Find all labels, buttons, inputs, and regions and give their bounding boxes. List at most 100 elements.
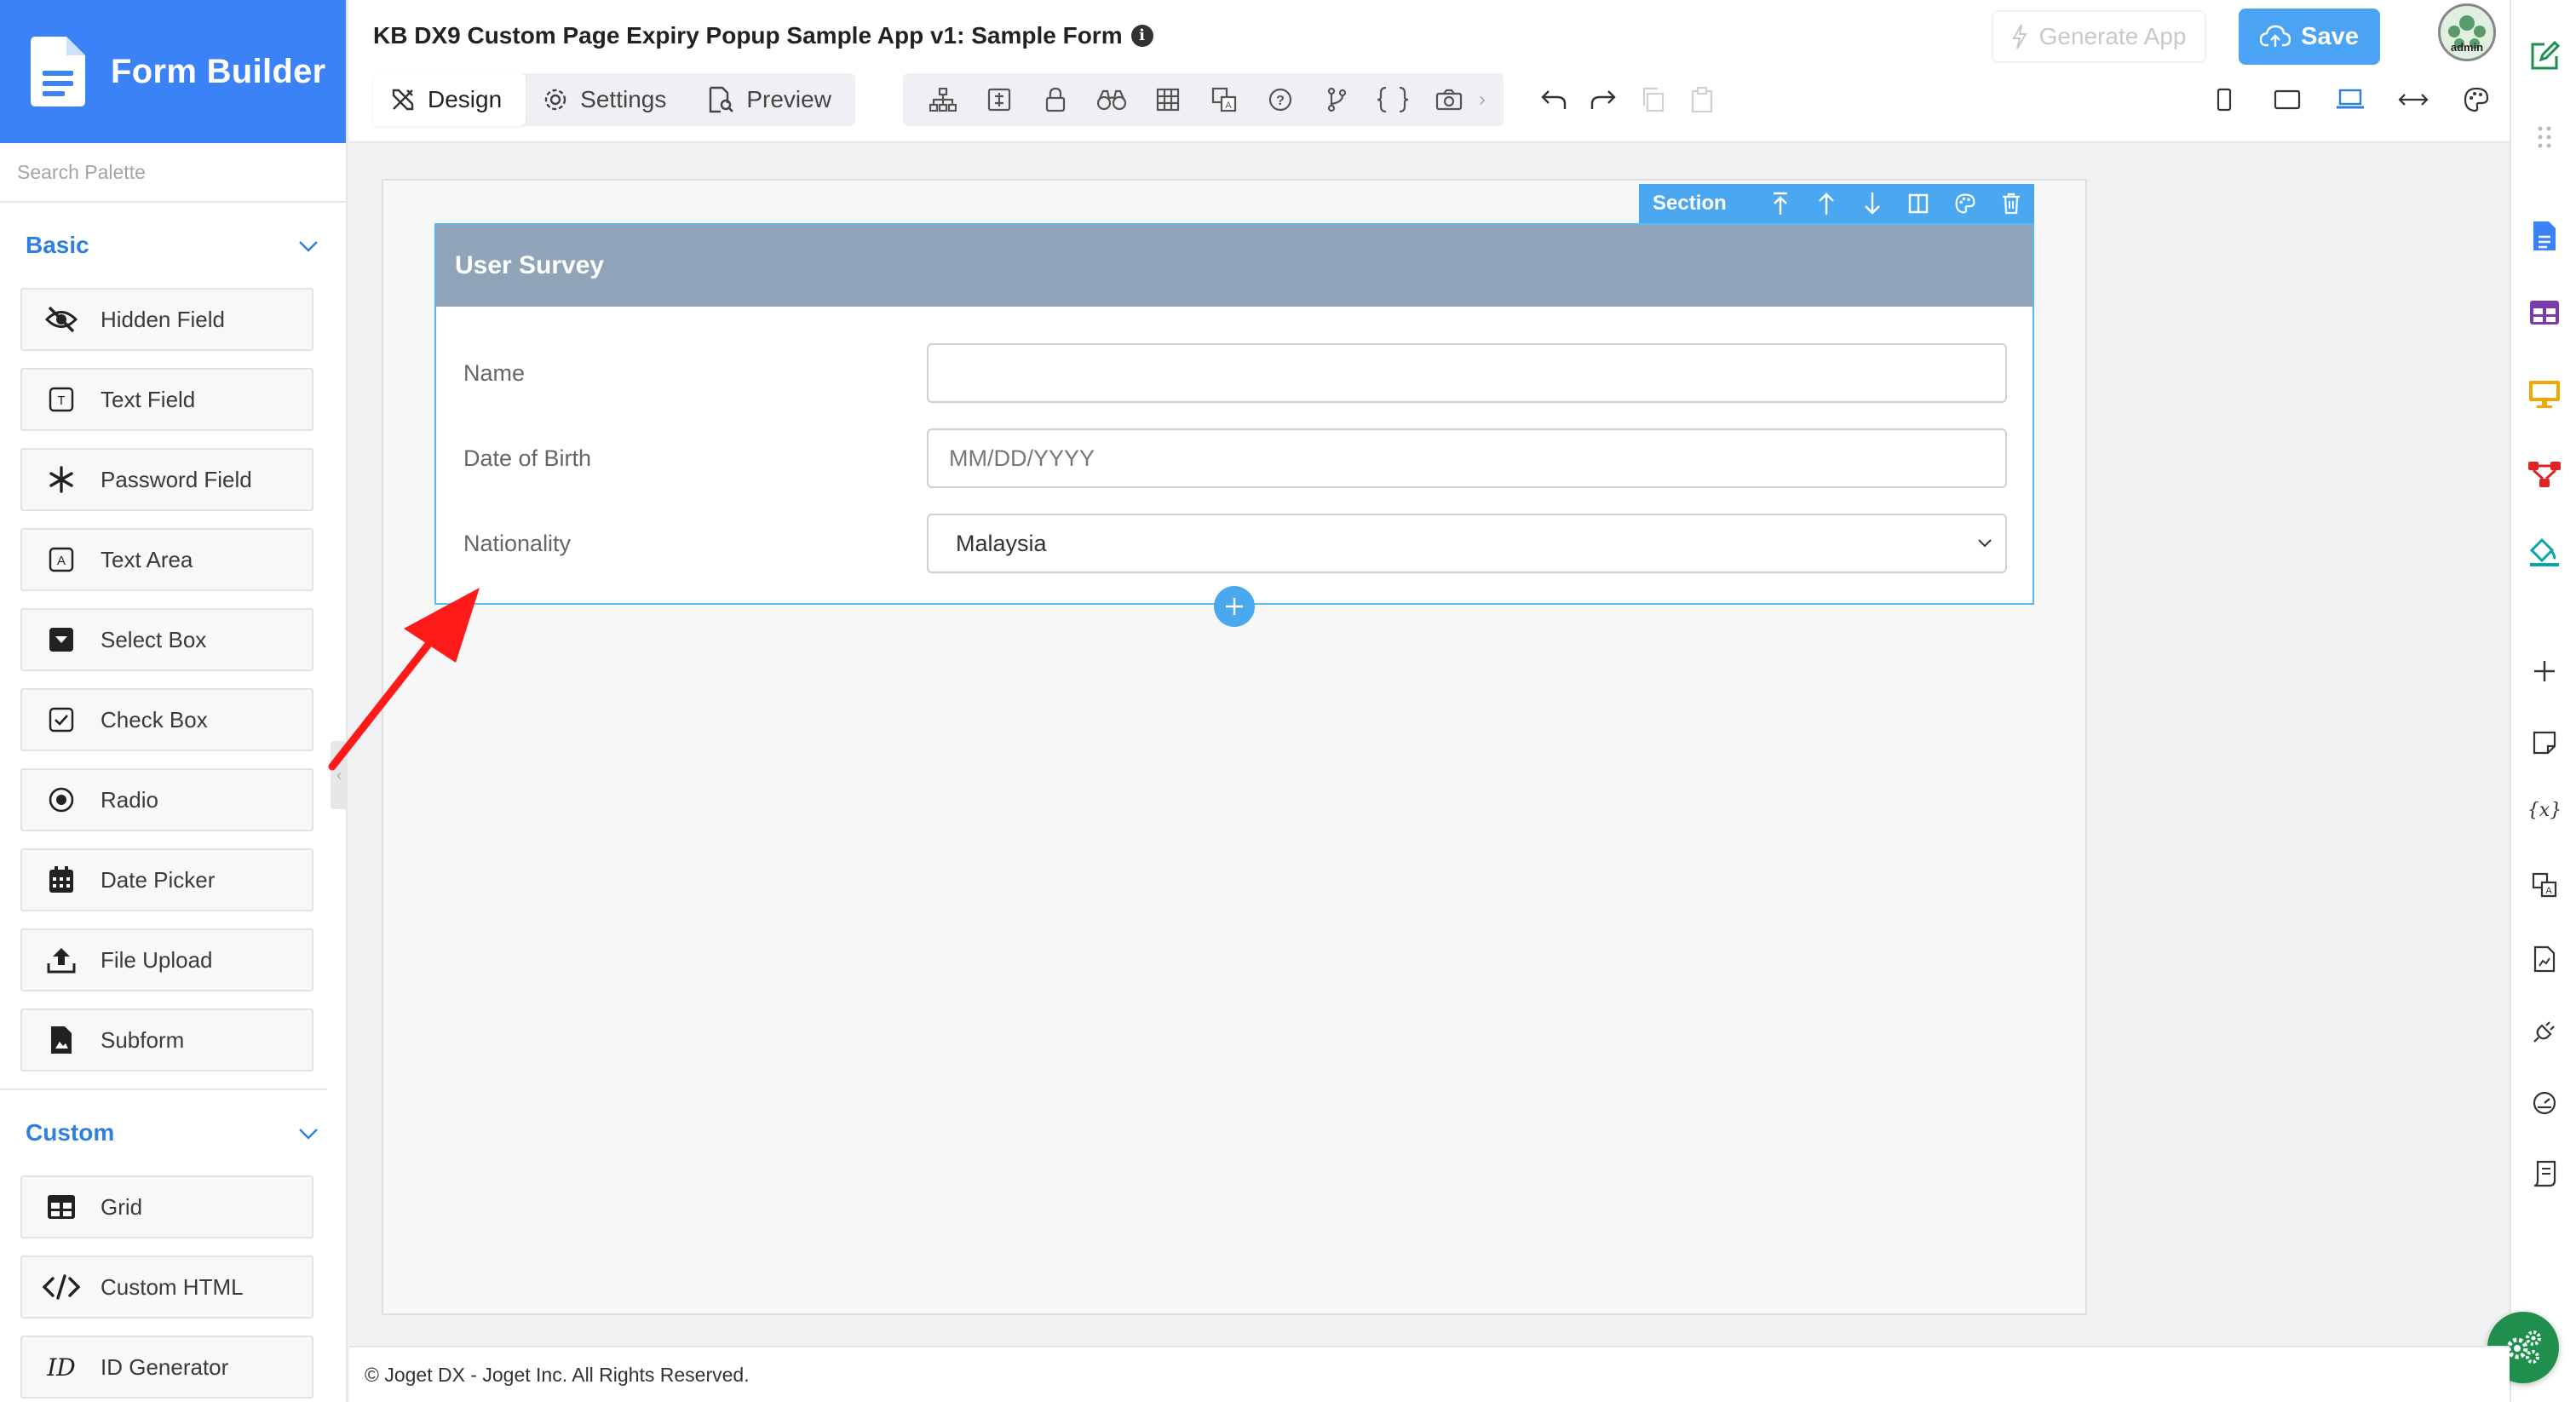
theme-palette-button[interactable] [2445, 73, 2508, 126]
paste-button[interactable] [1677, 87, 1727, 112]
palette-item-check-box[interactable]: Check Box [20, 688, 313, 751]
svg-text:A: A [1225, 101, 1232, 111]
chevron-down-icon [299, 241, 318, 252]
translate-button[interactable]: A [1196, 73, 1252, 126]
form-section[interactable]: User Survey Name Date of Birth Nationali… [434, 223, 2034, 605]
permission-button[interactable] [1027, 73, 1084, 126]
table-button[interactable] [1140, 73, 1196, 126]
rail-logs-button[interactable] [2511, 1160, 2576, 1187]
palette-item-hidden-field[interactable]: Hidden Field [20, 288, 313, 351]
svg-text:T: T [57, 394, 65, 408]
palette-item-label: Select Box [101, 626, 207, 652]
generate-app-button[interactable]: Generate App [1992, 10, 2206, 63]
chevron-down-icon [1978, 539, 1992, 548]
rail-edit-button[interactable] [2511, 39, 2576, 73]
move-up-button[interactable] [1803, 192, 1849, 215]
rail-userview-button[interactable] [2511, 380, 2576, 409]
tab-preview[interactable]: Preview [690, 73, 855, 126]
redo-button[interactable] [1578, 89, 1628, 111]
field-row-date-of-birth: Date of Birth [436, 428, 2033, 489]
name-input[interactable] [927, 343, 2007, 403]
copy-icon [1642, 87, 1665, 112]
palette-item-date-picker[interactable]: Date Picker [20, 848, 313, 911]
sitemap-icon [929, 88, 957, 112]
palette-item-id-generator[interactable]: ID ID Generator [20, 1336, 313, 1399]
section-toolbar-label: Section [1653, 192, 1727, 215]
sticky-note-icon [2533, 731, 2556, 755]
palette-item-select-box[interactable]: Select Box [20, 608, 313, 671]
rail-form-button[interactable] [2511, 220, 2576, 252]
eye-slash-icon [44, 306, 78, 333]
group-header-custom[interactable]: Custom [0, 1090, 346, 1175]
move-down-button[interactable] [1849, 192, 1895, 215]
tab-settings[interactable]: Settings [526, 73, 690, 126]
tree-view-button[interactable] [915, 73, 971, 126]
right-rail: {x} A [2510, 0, 2576, 1402]
palette-item-text-field[interactable]: T Text Field [20, 368, 313, 431]
binoculars-button[interactable] [1084, 73, 1140, 126]
screenshot-button[interactable] [1421, 73, 1477, 126]
branch-button[interactable] [1308, 73, 1365, 126]
palette-item-password-field[interactable]: Password Field [20, 448, 313, 511]
tool-strip: A ? › [903, 73, 1504, 126]
palette-item-label: Radio [101, 786, 158, 813]
rail-plugin-button[interactable] [2511, 1019, 2576, 1044]
drag-dots-icon [2538, 126, 2551, 148]
tablet-icon [2274, 89, 2301, 110]
asterisk-icon [49, 466, 73, 493]
palette-item-label: Subform [101, 1026, 185, 1053]
info-icon[interactable]: i [1130, 25, 1153, 47]
json-button[interactable] [1365, 73, 1421, 126]
brand-title: Form Builder [111, 52, 326, 90]
curly-braces-icon [1377, 86, 1409, 113]
field-row-nationality: Nationality Malaysia [436, 513, 2033, 574]
palette-search-input[interactable] [17, 160, 324, 184]
arrow-down-icon [1865, 192, 1881, 215]
avatar[interactable]: admin [2438, 3, 2496, 61]
chevron-down-icon [299, 1129, 318, 1140]
add-section-button[interactable] [1214, 586, 1255, 627]
view-tablet-button[interactable] [2256, 73, 2319, 126]
app-title: KB DX9 Custom Page Expiry Popup Sample A… [373, 22, 1153, 49]
rail-drag-handle[interactable] [2511, 124, 2576, 150]
form-list-icon [987, 88, 1011, 112]
date-of-birth-input[interactable] [927, 428, 2007, 488]
style-button[interactable] [1942, 193, 1988, 214]
view-mobile-button[interactable] [2193, 73, 2256, 126]
delete-section-button[interactable] [1988, 192, 2034, 215]
rail-note-button[interactable] [2511, 731, 2576, 755]
move-to-top-button[interactable] [1757, 192, 1803, 215]
columns-button[interactable] [1895, 193, 1941, 214]
palette-item-subform[interactable]: Subform [20, 1008, 313, 1072]
view-full-width-button[interactable] [2382, 73, 2445, 126]
palette-item-grid[interactable]: Grid [20, 1175, 313, 1238]
undo-button[interactable] [1529, 89, 1578, 111]
view-laptop-button[interactable] [2319, 73, 2382, 126]
tab-design[interactable]: Design [373, 73, 526, 126]
camera-icon [1435, 89, 1463, 111]
palette-item-custom-html[interactable]: Custom HTML [20, 1255, 313, 1319]
palette-item-text-area[interactable]: A Text Area [20, 528, 313, 591]
rail-builder-button[interactable] [2511, 537, 2576, 567]
rail-add-button[interactable] [2511, 659, 2576, 683]
section-toolbar: Section [1639, 184, 2034, 223]
help-button[interactable]: ? [1252, 73, 1308, 126]
rail-datalist-button[interactable] [2511, 300, 2576, 325]
brand-header: Form Builder [0, 0, 346, 143]
svg-text:A: A [57, 554, 66, 568]
nationality-select[interactable]: Malaysia [927, 514, 2007, 573]
rail-report-button[interactable] [2511, 945, 2576, 973]
palette-item-radio[interactable]: Radio [20, 768, 313, 831]
group-header-basic[interactable]: Basic [0, 203, 346, 288]
rail-translate-button[interactable]: A [2511, 872, 2576, 898]
gear-icon [544, 89, 566, 111]
palette-item-file-upload[interactable]: File Upload [20, 928, 313, 991]
rail-performance-button[interactable] [2511, 1090, 2576, 1116]
copy-button[interactable] [1628, 87, 1677, 112]
save-button[interactable]: Save [2239, 9, 2380, 65]
palette-item-label: File Upload [101, 946, 213, 973]
form-properties-button[interactable] [971, 73, 1027, 126]
rail-variables-button[interactable]: {x} [2511, 797, 2576, 823]
chevron-right-icon[interactable]: › [1479, 88, 1486, 112]
rail-process-button[interactable] [2511, 458, 2576, 489]
